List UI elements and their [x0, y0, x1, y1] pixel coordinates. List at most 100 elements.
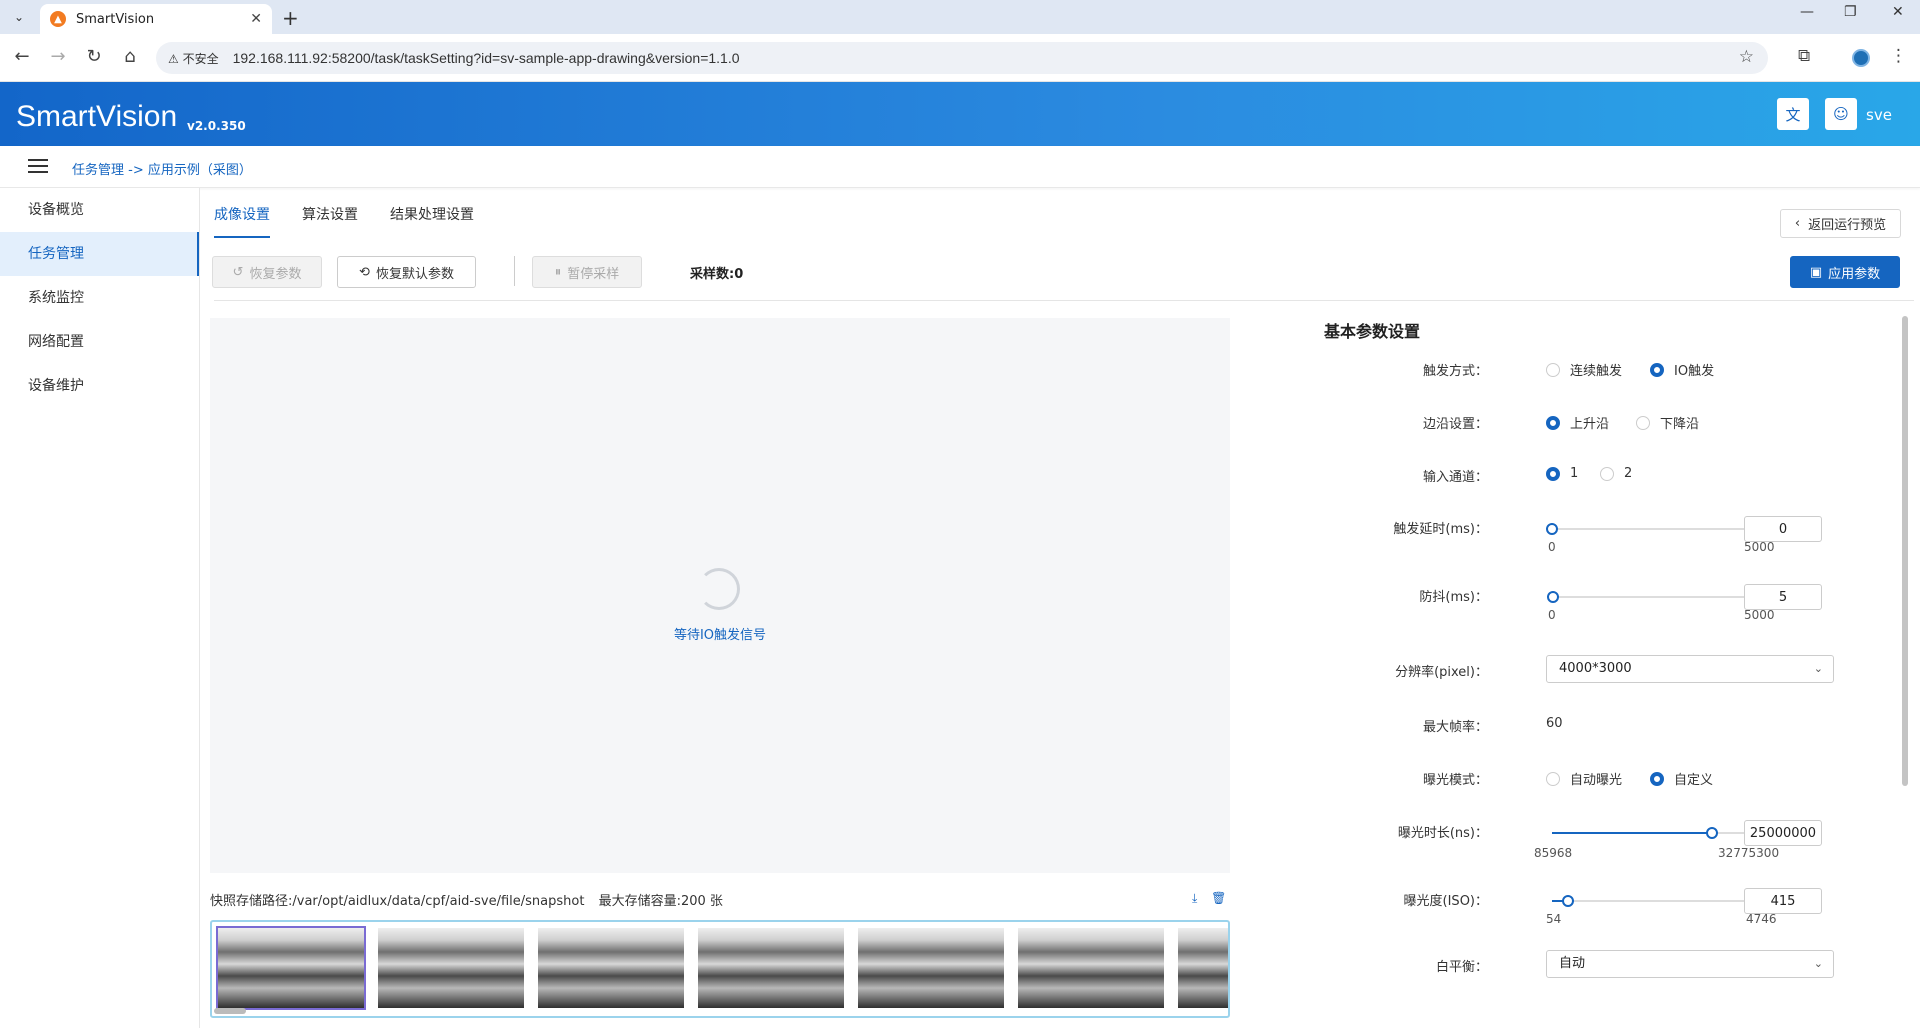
snapshot-thumbnail[interactable]	[378, 928, 524, 1008]
slider-max: 5000	[1744, 540, 1775, 554]
radio-label: 自动曝光	[1570, 773, 1623, 788]
browser-tab[interactable]: ▲ SmartVision ✕	[40, 4, 272, 34]
sidebar-item-monitor[interactable]: 系统监控	[0, 276, 199, 320]
brand-title: SmartVision	[16, 100, 178, 133]
user-icon[interactable]: ☺	[1825, 98, 1857, 130]
close-window-icon[interactable]: ✕	[1892, 4, 1904, 20]
snapshot-thumbnail[interactable]	[216, 926, 366, 1010]
radio-io-trigger[interactable]: IO触发	[1650, 360, 1714, 379]
snapshot-thumbnail[interactable]	[858, 928, 1004, 1008]
debounce-input[interactable]: 5	[1744, 584, 1822, 610]
trigger-delay-slider[interactable]	[1546, 523, 1763, 535]
snapshot-thumbnail[interactable]	[538, 928, 684, 1008]
snapshot-thumbnail[interactable]	[1178, 928, 1228, 1008]
undo-icon: ↺	[232, 264, 244, 280]
radio-channel-2[interactable]: 2	[1600, 466, 1632, 481]
close-tab-icon[interactable]: ✕	[250, 11, 262, 27]
app-header: SmartVision v2.0.350 文 ☺ sve	[0, 82, 1920, 146]
white-balance-value: 自动	[1559, 956, 1586, 971]
tab-result[interactable]: 结果处理设置	[390, 204, 474, 238]
breadcrumb[interactable]: 任务管理 -> 应用示例（采图）	[72, 159, 252, 178]
pause-sampling-button[interactable]: ⏸ 暂停采样	[532, 256, 642, 288]
breadcrumb-bar: 任务管理 -> 应用示例（采图）	[0, 146, 1920, 188]
slider-handle[interactable]	[1706, 827, 1718, 839]
restore-default-button[interactable]: ⟲ 恢复默认参数	[337, 256, 476, 288]
snapshot-actions: ⤓ 🗑	[1192, 891, 1226, 906]
new-tab-icon[interactable]: +	[282, 6, 299, 30]
url-text: 192.168.111.92:58200/task/taskSetting?id…	[232, 50, 740, 66]
browser-menu-icon[interactable]: ⋮	[1890, 46, 1907, 66]
extensions-icon[interactable]: ⧉	[1798, 46, 1810, 66]
slider-min: 85968	[1534, 846, 1573, 860]
sidebar-item-maintenance[interactable]: 设备维护	[0, 364, 199, 408]
sidebar-item-overview[interactable]: 设备概览	[0, 188, 199, 232]
tab-algorithm[interactable]: 算法设置	[302, 204, 358, 238]
sidebar-item-network[interactable]: 网络配置	[0, 320, 199, 364]
radio-continuous[interactable]: 连续触发	[1546, 360, 1622, 379]
snapshot-thumbnail[interactable]	[1018, 928, 1164, 1008]
apply-params-button[interactable]: ▣ 应用参数	[1790, 256, 1900, 288]
vertical-scrollbar[interactable]	[1902, 316, 1908, 786]
radio-off-icon	[1546, 771, 1560, 786]
radio-label: 上升沿	[1570, 417, 1610, 432]
download-icon[interactable]: ⤓	[1192, 891, 1197, 905]
home-icon[interactable]: ⌂	[118, 46, 142, 67]
slider-handle[interactable]	[1562, 895, 1574, 907]
snapshot-path: 快照存储路径:/var/opt/aidlux/data/cpf/aid-sve/…	[210, 894, 585, 909]
forward-arrow-icon[interactable]: →	[46, 46, 70, 67]
back-arrow-icon[interactable]: ←	[10, 46, 34, 67]
radio-off-icon	[1546, 362, 1560, 377]
debounce-slider[interactable]	[1547, 591, 1763, 603]
iso-input[interactable]: 415	[1744, 888, 1822, 914]
pause-icon: ⏸	[554, 264, 562, 280]
restore-button[interactable]: ↺ 恢复参数	[212, 256, 322, 288]
trash-icon[interactable]: 🗑	[1211, 891, 1226, 905]
username[interactable]: sve	[1866, 106, 1892, 124]
translate-icon[interactable]: 文	[1777, 98, 1809, 130]
radio-on-icon	[1546, 415, 1560, 430]
white-balance-select[interactable]: 自动 ⌄	[1546, 950, 1834, 978]
restore-window-icon[interactable]: ❐	[1844, 4, 1857, 20]
slider-handle[interactable]	[1547, 591, 1559, 603]
snapshot-thumbnail[interactable]	[698, 928, 844, 1008]
radio-label: 1	[1570, 466, 1579, 481]
back-to-preview-button[interactable]: ‹ 返回运行预览	[1780, 209, 1901, 238]
sidebar-item-tasks[interactable]: 任务管理	[0, 232, 199, 276]
tab-search-icon[interactable]: ⌄	[8, 6, 30, 28]
radio-auto-exposure[interactable]: 自动曝光	[1546, 769, 1622, 788]
radio-channel-1[interactable]: 1	[1546, 466, 1578, 481]
menu-toggle-icon[interactable]	[28, 159, 48, 173]
horizontal-scrollbar[interactable]	[214, 1008, 246, 1014]
trigger-delay-input[interactable]: 0	[1744, 516, 1822, 542]
address-bar[interactable]: ⚠ 不安全 192.168.111.92:58200/task/taskSett…	[156, 42, 1768, 74]
resolution-select[interactable]: 4000*3000 ⌄	[1546, 655, 1834, 683]
restore-label: 恢复参数	[249, 266, 302, 282]
snapshot-strip[interactable]	[210, 920, 1230, 1018]
slider-max: 5000	[1744, 608, 1775, 622]
tab-imaging[interactable]: 成像设置	[214, 204, 270, 238]
slider-max: 4746	[1746, 912, 1777, 926]
trigger-delay-label: 触发延时(ms)：	[1393, 522, 1488, 537]
bookmark-star-icon[interactable]: ☆	[1739, 47, 1754, 67]
exposure-time-input[interactable]: 25000000	[1744, 820, 1822, 846]
slider-fill	[1552, 832, 1712, 834]
radio-falling[interactable]: 下降沿	[1636, 413, 1699, 432]
iso-slider[interactable]	[1552, 895, 1763, 907]
pause-label: 暂停采样	[567, 266, 620, 282]
slider-min: 0	[1548, 540, 1556, 554]
main-content: 成像设置 算法设置 结果处理设置 ‹ 返回运行预览 ↺ 恢复参数 ⟲ 恢复默认参…	[200, 188, 1920, 1028]
reload-icon[interactable]: ↻	[82, 46, 106, 67]
slider-handle[interactable]	[1546, 523, 1558, 535]
exposure-time-slider[interactable]	[1552, 827, 1763, 839]
trigger-mode-label: 触发方式：	[1422, 364, 1488, 379]
browser-tabbar: ⌄ ▲ SmartVision ✕ + — ❐ ✕	[0, 0, 1920, 34]
browser-tab-title: SmartVision	[76, 11, 155, 27]
chevron-down-icon: ⌄	[1813, 957, 1823, 970]
radio-custom-exposure[interactable]: 自定义	[1650, 769, 1713, 788]
profile-avatar-icon[interactable]	[1852, 49, 1870, 67]
radio-label: IO触发	[1674, 364, 1715, 379]
radio-rising[interactable]: 上升沿	[1546, 413, 1609, 432]
minimize-icon[interactable]: —	[1800, 4, 1814, 20]
toolbar: ↺ 恢复参数 ⟲ 恢复默认参数 ⏸ 暂停采样 采样数:0 ▣ 应用参数	[212, 254, 1912, 292]
insecure-badge[interactable]: ⚠ 不安全	[168, 50, 219, 67]
